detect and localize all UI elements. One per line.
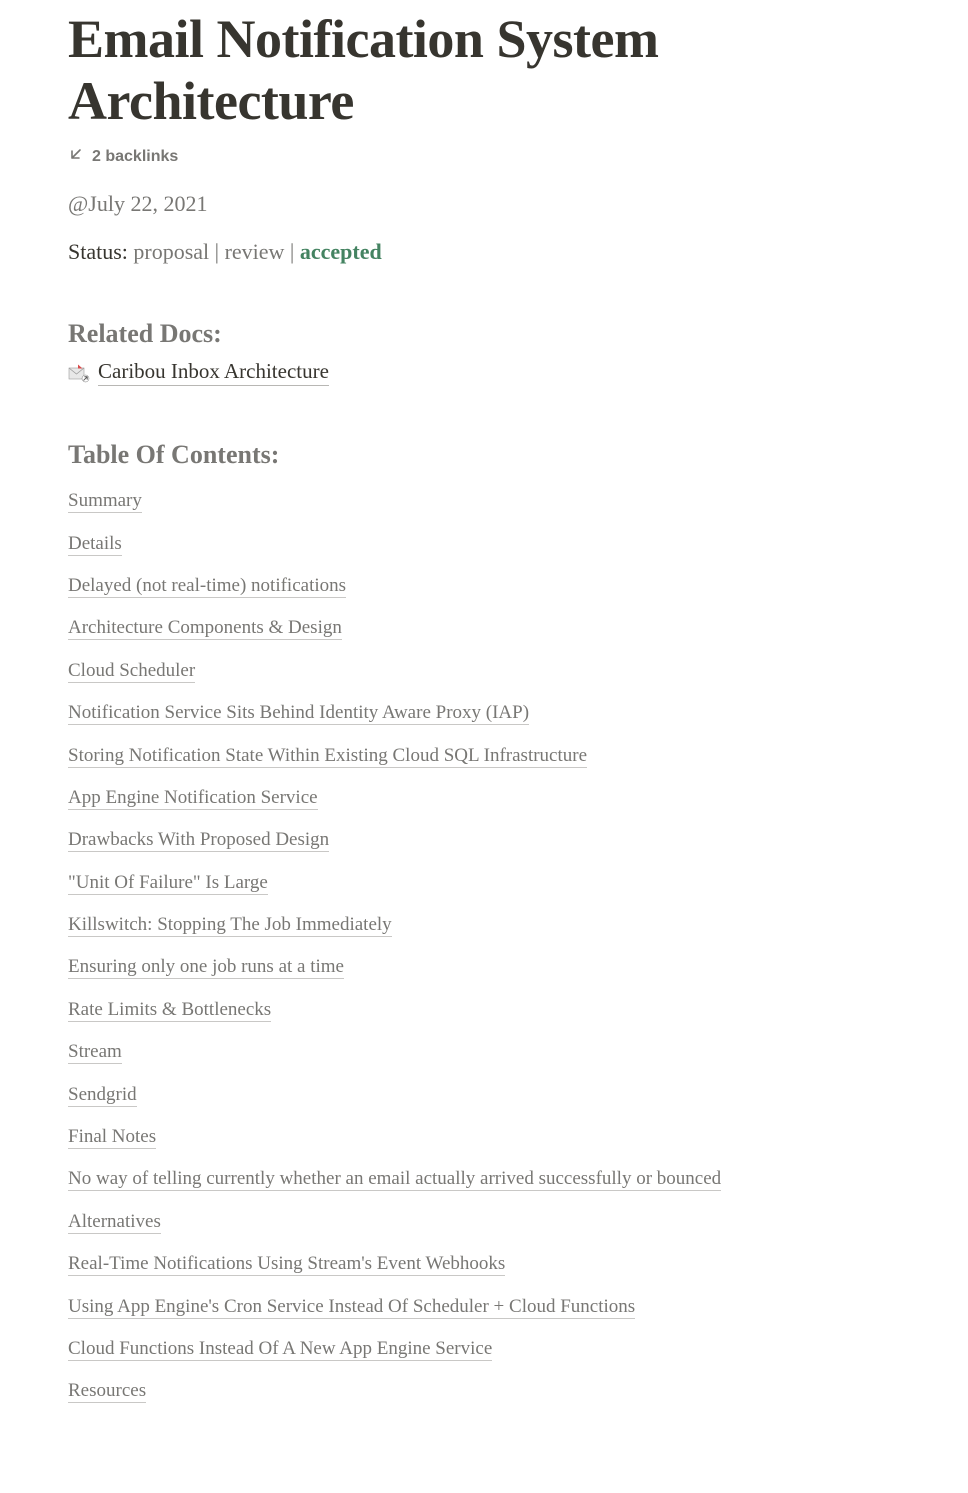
- toc-link[interactable]: Stream: [68, 1041, 122, 1064]
- table-of-contents: Summary Details Delayed (not real-time) no…: [68, 480, 900, 1413]
- status-label: Status:: [68, 239, 133, 264]
- toc-link[interactable]: "Unit Of Failure" Is Large: [68, 872, 268, 895]
- status-options: proposal | review |: [133, 239, 299, 264]
- toc-link[interactable]: Resources: [68, 1380, 146, 1403]
- toc-link[interactable]: Killswitch: Stopping The Job Immediately: [68, 914, 392, 937]
- toc-item: "Unit Of Failure" Is Large: [68, 862, 900, 904]
- toc-item: Summary: [68, 480, 900, 522]
- toc-link[interactable]: Cloud Functions Instead Of A New App Eng…: [68, 1338, 492, 1361]
- toc-item: Real-Time Notifications Using Stream's E…: [68, 1243, 900, 1285]
- toc-item: Alternatives: [68, 1201, 900, 1243]
- toc-item: Cloud Scheduler: [68, 650, 900, 692]
- date-at-sign: @: [68, 191, 88, 216]
- toc-link[interactable]: Summary: [68, 490, 142, 513]
- toc-link[interactable]: Using App Engine's Cron Service Instead …: [68, 1296, 635, 1319]
- toc-link[interactable]: Real-Time Notifications Using Stream's E…: [68, 1253, 505, 1276]
- toc-item: Killswitch: Stopping The Job Immediately: [68, 904, 900, 946]
- page-title: Email Notification System Architecture: [68, 0, 900, 132]
- backlinks-label: 2 backlinks: [92, 148, 178, 166]
- toc-item: No way of telling currently whether an e…: [68, 1158, 900, 1200]
- toc-item: Cloud Functions Instead Of A New App Eng…: [68, 1328, 900, 1370]
- toc-item: Final Notes: [68, 1116, 900, 1158]
- toc-item: Resources: [68, 1370, 900, 1412]
- toc-item: App Engine Notification Service: [68, 777, 900, 819]
- toc-link[interactable]: Notification Service Sits Behind Identit…: [68, 702, 529, 725]
- toc-link[interactable]: Sendgrid: [68, 1084, 137, 1107]
- related-doc-label[interactable]: Caribou Inbox Architecture: [98, 359, 329, 386]
- toc-link[interactable]: Rate Limits & Bottlenecks: [68, 999, 271, 1022]
- toc-link[interactable]: Architecture Components & Design: [68, 617, 342, 640]
- toc-link[interactable]: Drawbacks With Proposed Design: [68, 829, 329, 852]
- mail-outgoing-icon: [68, 362, 90, 384]
- backlinks-arrow-icon: [68, 146, 84, 167]
- toc-item: Rate Limits & Bottlenecks: [68, 989, 900, 1031]
- toc-heading: Table Of Contents:: [68, 440, 900, 470]
- related-docs-heading: Related Docs:: [68, 319, 900, 349]
- toc-item: Sendgrid: [68, 1074, 900, 1116]
- related-doc-link[interactable]: Caribou Inbox Architecture: [68, 359, 329, 386]
- toc-link[interactable]: Delayed (not real-time) notifications: [68, 575, 346, 598]
- toc-link[interactable]: Alternatives: [68, 1211, 161, 1234]
- toc-link[interactable]: Details: [68, 533, 122, 556]
- toc-item: Ensuring only one job runs at a time: [68, 946, 900, 988]
- backlinks-button[interactable]: 2 backlinks: [68, 146, 178, 167]
- toc-link[interactable]: No way of telling currently whether an e…: [68, 1168, 721, 1191]
- toc-item: Using App Engine's Cron Service Instead …: [68, 1286, 900, 1328]
- toc-link[interactable]: Final Notes: [68, 1126, 156, 1149]
- date-value: July 22, 2021: [88, 191, 207, 216]
- toc-item: Notification Service Sits Behind Identit…: [68, 692, 900, 734]
- toc-item: Storing Notification State Within Existi…: [68, 735, 900, 777]
- toc-link[interactable]: Ensuring only one job runs at a time: [68, 956, 344, 979]
- status-line: Status: proposal | review | accepted: [68, 239, 900, 265]
- document-date: @July 22, 2021: [68, 191, 900, 217]
- toc-item: Stream: [68, 1031, 900, 1073]
- toc-item: Architecture Components & Design: [68, 607, 900, 649]
- toc-item: Drawbacks With Proposed Design: [68, 819, 900, 861]
- toc-item: Details: [68, 523, 900, 565]
- status-accepted: accepted: [300, 239, 382, 264]
- toc-link[interactable]: App Engine Notification Service: [68, 787, 318, 810]
- toc-link[interactable]: Cloud Scheduler: [68, 660, 195, 683]
- toc-link[interactable]: Storing Notification State Within Existi…: [68, 745, 587, 768]
- toc-item: Delayed (not real-time) notifications: [68, 565, 900, 607]
